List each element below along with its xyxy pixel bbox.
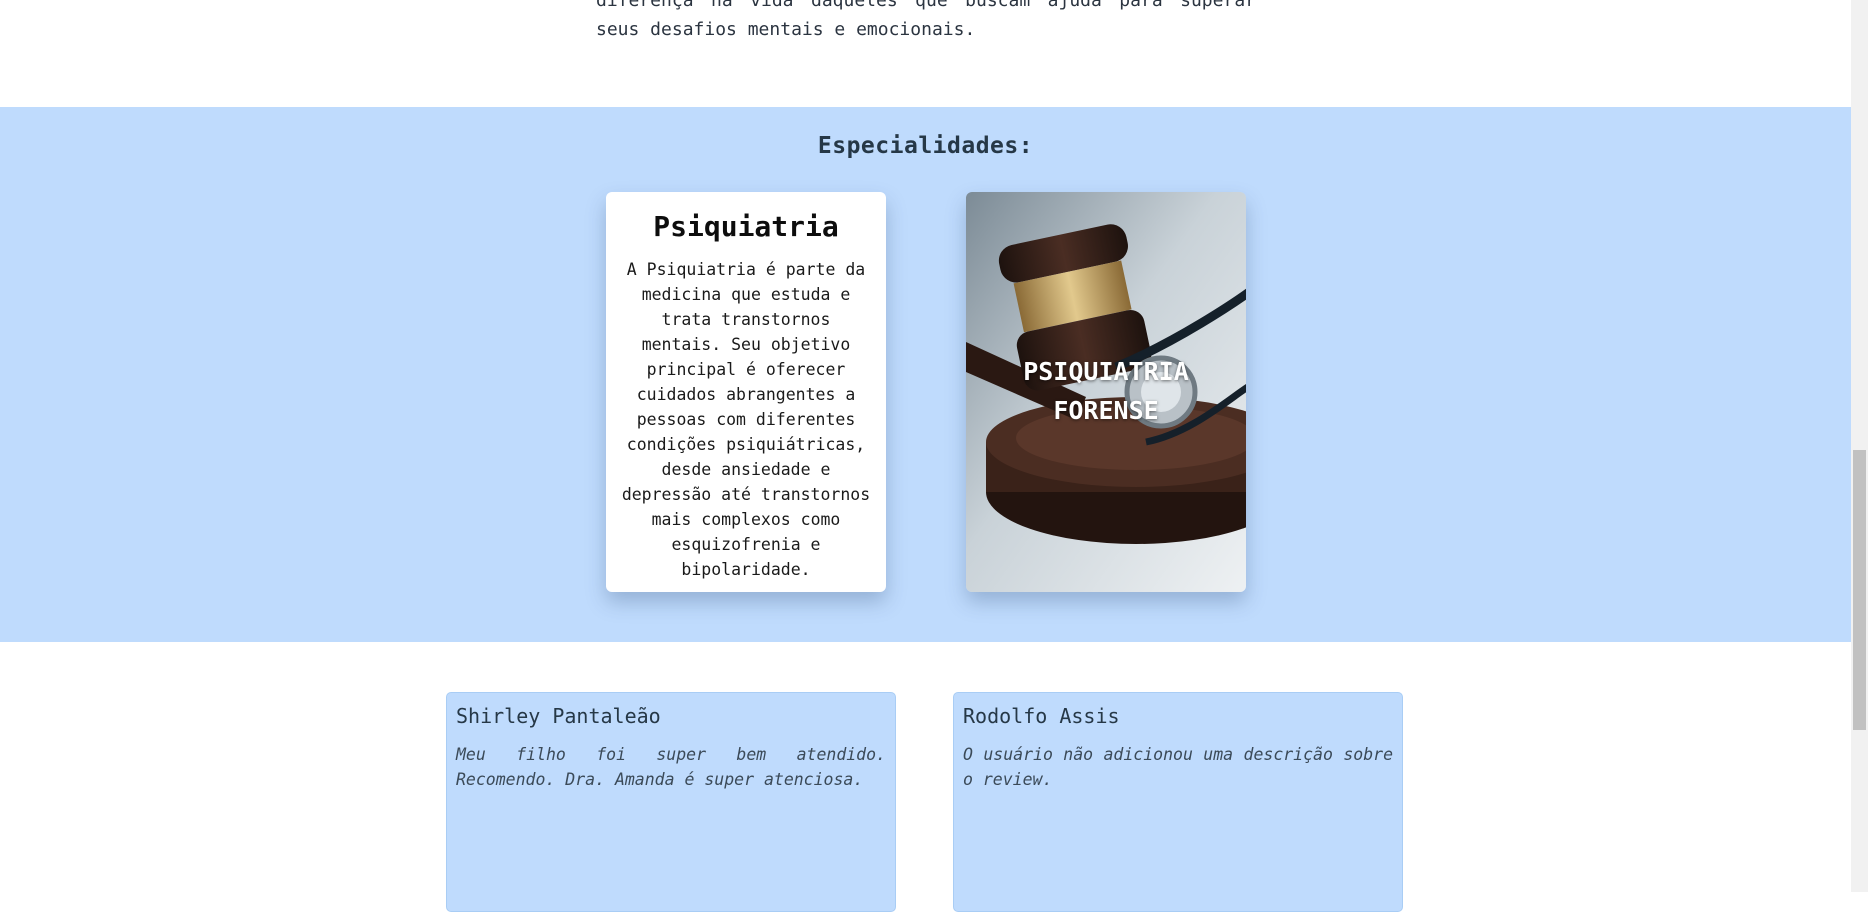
review-card: Rodolfo Assis O usuário não adicionou um… [953,692,1403,912]
specialty-card-psiquiatria-forense[interactable]: PSIQUIATRIA FORENSE [966,192,1246,592]
specialty-card-title: PSIQUIATRIA FORENSE [1023,357,1189,425]
review-text: O usuário não adicionou uma descrição so… [963,745,1393,789]
review-card: Shirley Pantaleão Meu filho foi super be… [446,692,896,912]
specialties-title: Especialidades: [817,133,1034,159]
page-scrollbar[interactable] [1851,0,1868,892]
review-author: Rodolfo Assis [963,704,1120,728]
specialty-card-title: Psiquiatria [653,210,839,243]
specialty-card-psiquiatria[interactable]: Psiquiatria A Psiquiatria é parte da med… [606,192,886,592]
specialties-section: Especialidades: Psiquiatria A Psiquiatri… [0,107,1851,642]
intro-paragraph: diferença na vida daqueles que buscam aj… [596,0,1256,40]
review-text: Meu filho foi super bem atendido. Recome… [456,745,886,789]
scrollbar-thumb[interactable] [1853,450,1866,730]
specialty-card-description: A Psiquiatria é parte da medicina que es… [621,260,871,579]
review-author: Shirley Pantaleão [456,704,661,728]
